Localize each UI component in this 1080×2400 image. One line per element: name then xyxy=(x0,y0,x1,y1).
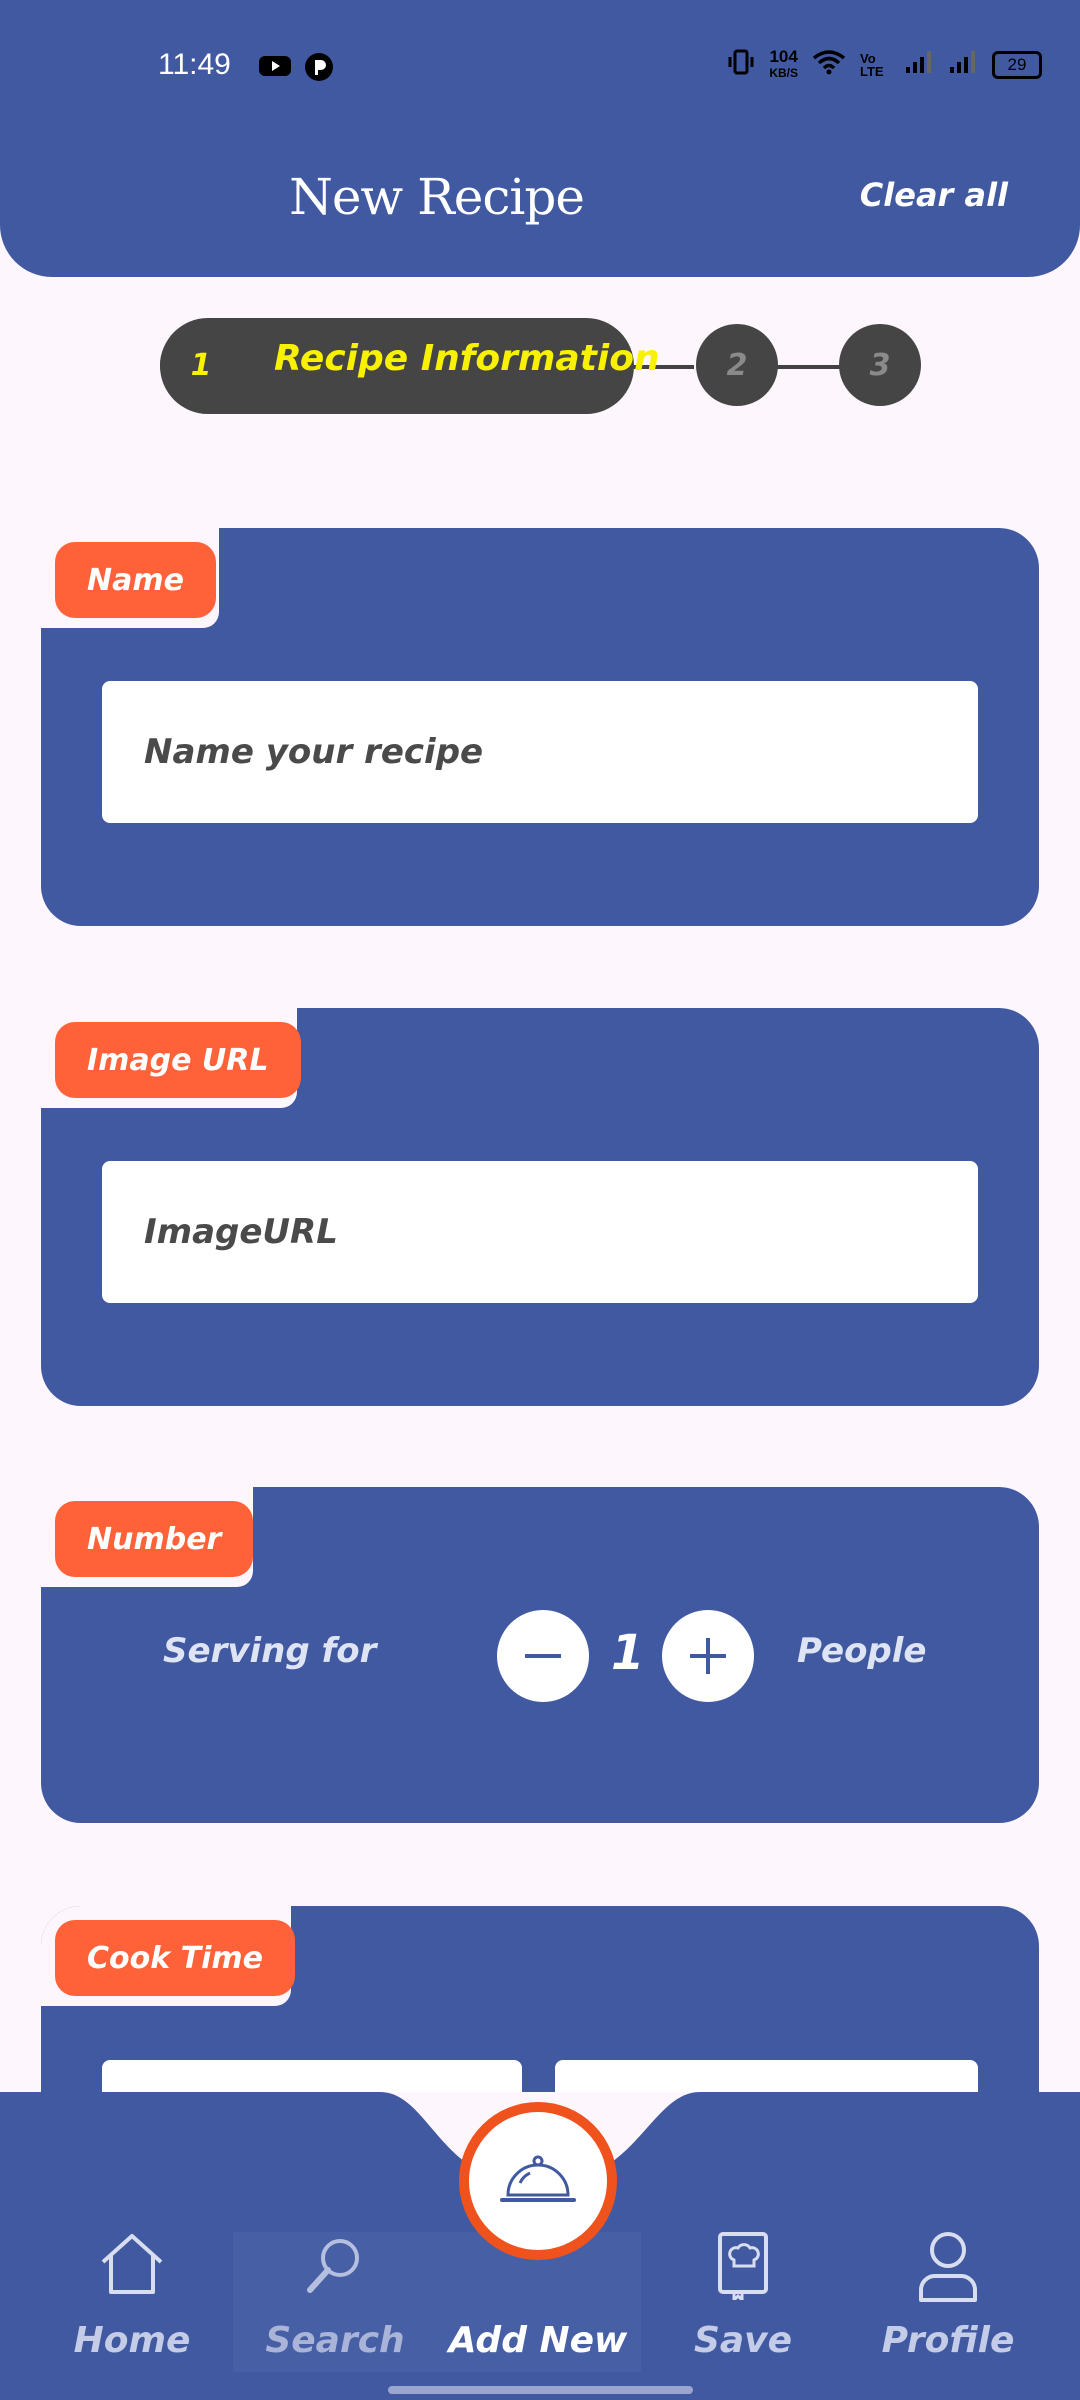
net-speed: 104 KB/S xyxy=(769,46,798,80)
plus-icon xyxy=(690,1638,726,1674)
app-notification-icon xyxy=(304,52,334,86)
nav-save[interactable] xyxy=(643,2230,843,2304)
image-url-tag: Image URL xyxy=(55,1022,301,1098)
battery-level: 29 xyxy=(1007,54,1027,74)
step-2[interactable]: 2 xyxy=(696,324,778,406)
serving-for-label: Serving for xyxy=(163,1631,377,1671)
nav-profile[interactable] xyxy=(848,2230,1048,2310)
nav-add-new-label[interactable]: Add New xyxy=(438,2320,638,2361)
home-icon xyxy=(101,2234,163,2294)
recipe-name-input[interactable]: Name your recipe xyxy=(102,681,978,823)
step-1-number[interactable]: 1 xyxy=(160,324,242,406)
nav-profile-label: Profile xyxy=(881,2320,1015,2361)
youtube-icon xyxy=(258,54,292,82)
wifi-icon xyxy=(812,48,846,81)
app-header: 11:49 104 KB/S Vo LTE 29 New Recipe Clea… xyxy=(0,0,1080,277)
cook-time-card: Cook Time xyxy=(41,1906,1039,2092)
nav-search-label: Search xyxy=(265,2320,405,2361)
image-url-card: Image URL ImageURL xyxy=(41,1008,1039,1406)
recipe-book-icon xyxy=(718,2232,768,2304)
cloche-icon xyxy=(500,2155,576,2202)
nav-save-label: Save xyxy=(693,2320,793,2361)
status-icons: 104 KB/S Vo LTE 29 xyxy=(727,48,1042,81)
search-icon xyxy=(307,2239,359,2293)
name-card: Name Name your recipe xyxy=(41,528,1039,926)
signal-icon-1 xyxy=(904,49,934,80)
name-tag: Name xyxy=(55,542,216,618)
page-title: New Recipe xyxy=(289,168,585,226)
increment-button[interactable] xyxy=(662,1610,754,1702)
step-3[interactable]: 3 xyxy=(839,324,921,406)
step-connector xyxy=(774,365,844,369)
cook-time-minutes-input[interactable] xyxy=(555,2060,978,2092)
step-1-label: Recipe Information xyxy=(274,338,660,379)
vibrate-icon xyxy=(727,48,755,81)
cook-time-tag: Cook Time xyxy=(55,1920,295,1996)
people-label: People xyxy=(797,1631,927,1671)
nav-home[interactable] xyxy=(32,2230,232,2304)
user-icon xyxy=(919,2232,977,2302)
add-new-fab[interactable] xyxy=(459,2102,617,2260)
serving-count: 1 xyxy=(611,1625,645,1681)
image-url-input[interactable]: ImageURL xyxy=(102,1161,978,1303)
nav-search[interactable] xyxy=(235,2230,435,2304)
number-card: Number Serving for 1 People xyxy=(41,1487,1039,1823)
battery-icon: 29 xyxy=(992,50,1042,79)
home-indicator[interactable] xyxy=(388,2386,693,2394)
status-bar: 11:49 104 KB/S Vo LTE 29 xyxy=(0,0,1080,136)
volte-label: Vo LTE xyxy=(860,50,884,79)
signal-icon-2 xyxy=(948,49,978,80)
cook-time-hours-input[interactable] xyxy=(102,2060,522,2092)
decrement-button[interactable] xyxy=(497,1610,589,1702)
clear-all-button[interactable]: Clear all xyxy=(860,176,1008,214)
number-tag: Number xyxy=(55,1501,254,1577)
nav-home-label: Home xyxy=(73,2320,191,2361)
status-time: 11:49 xyxy=(158,48,231,81)
minus-icon xyxy=(525,1654,561,1658)
